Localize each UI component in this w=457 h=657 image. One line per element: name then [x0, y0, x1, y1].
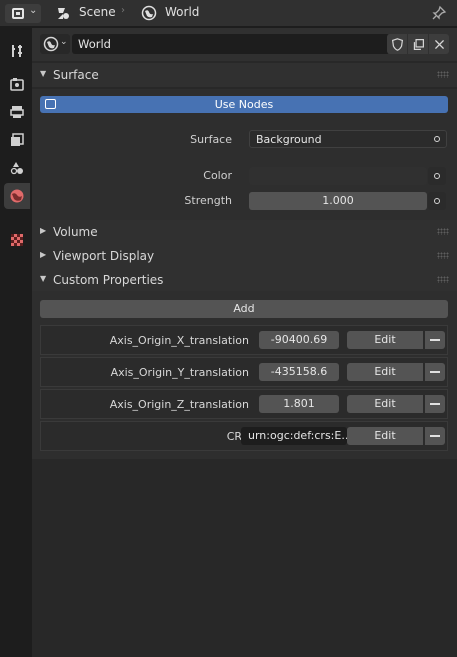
world-name-field[interactable]: World [72, 34, 390, 54]
surface-panel-title: Surface [53, 68, 99, 82]
render-icon [10, 78, 24, 91]
output-icon [10, 106, 24, 118]
chevron-down-icon: ⌄ [60, 37, 68, 47]
drag-grip-icon[interactable] [437, 276, 449, 283]
tab-tool[interactable] [4, 38, 30, 64]
view-layer-icon [11, 133, 24, 146]
volume-panel-header[interactable]: ▶ Volume [32, 220, 457, 244]
remove-property-button[interactable] [425, 331, 445, 349]
strength-link-button[interactable] [428, 192, 446, 210]
edit-property-button[interactable]: Edit [347, 395, 423, 413]
property-name: Axis_Origin_Z_translation [109, 398, 249, 411]
surface-label: Surface [190, 133, 232, 146]
custom-property-row: CRS urn:ogc:def:crs:E.. Edit [40, 421, 448, 451]
tab-view-layer[interactable] [4, 127, 30, 153]
viewport-display-panel-header[interactable]: ▶ Viewport Display [32, 244, 457, 268]
strength-label: Strength [184, 194, 232, 207]
breadcrumb-scene[interactable]: Scene [79, 5, 116, 19]
fake-user-shield-icon [391, 37, 403, 51]
editor-type-icon [12, 8, 24, 19]
tab-texture[interactable] [4, 227, 30, 253]
world-properties-icon [10, 189, 24, 203]
world-browse-button[interactable]: ⌄ [40, 34, 70, 54]
drag-grip-icon[interactable] [437, 71, 449, 78]
link-dot-icon [434, 198, 440, 204]
custom-property-row: Axis_Origin_Z_translation 1.801 Edit [40, 389, 448, 419]
add-property-button[interactable]: Add [40, 300, 448, 318]
link-dot-icon [434, 136, 440, 142]
drag-grip-icon[interactable] [437, 252, 449, 259]
surface-shader-value: Background [256, 133, 322, 146]
surface-panel-header[interactable]: ▼ Surface [32, 63, 457, 87]
viewport-display-panel-title: Viewport Display [53, 249, 155, 263]
texture-icon [11, 234, 23, 246]
property-name: Axis_Origin_Y_translation [110, 366, 249, 379]
pin-icon[interactable] [431, 5, 447, 21]
property-value-field[interactable]: urn:ogc:def:crs:E.. [241, 427, 347, 445]
edit-property-button[interactable]: Edit [347, 363, 423, 381]
editor-type-button[interactable]: ⌄ [5, 4, 41, 23]
chevron-down-icon: ⌄ [29, 5, 38, 16]
world-icon [141, 5, 157, 21]
volume-panel-title: Volume [53, 225, 98, 239]
custom-properties-panel-header[interactable]: ▼ Custom Properties [32, 268, 457, 292]
edit-property-button[interactable]: Edit [347, 427, 423, 445]
duplicate-button[interactable] [408, 34, 428, 54]
drag-grip-icon[interactable] [437, 228, 449, 235]
world-icon [43, 36, 59, 52]
property-value-field[interactable]: -90400.69 [259, 331, 339, 349]
unlink-icon [434, 39, 444, 49]
edit-property-button[interactable]: Edit [347, 331, 423, 349]
fake-user-button[interactable] [387, 34, 407, 54]
tab-output[interactable] [4, 99, 30, 125]
use-nodes-button[interactable]: Use Nodes [40, 96, 448, 113]
remove-property-button[interactable] [425, 395, 445, 413]
property-value-field[interactable]: 1.801 [259, 395, 339, 413]
property-value-field[interactable]: -435158.6 [259, 363, 339, 381]
color-link-button[interactable] [428, 167, 446, 185]
properties-main: ⌄ World ▼ Surface Use Nodes Surface Back… [32, 28, 457, 657]
tab-render[interactable] [4, 71, 30, 97]
surface-shader-field[interactable]: Background [249, 130, 447, 148]
unlink-button[interactable] [429, 34, 449, 54]
scene-properties-icon [10, 162, 23, 175]
breadcrumb-separator: › [121, 5, 125, 16]
node-tree-icon [45, 99, 56, 109]
tab-world[interactable] [4, 183, 30, 209]
world-datablock-row: ⌄ World [32, 28, 457, 61]
scene-icon [58, 8, 69, 19]
expand-arrow-icon: ▼ [40, 274, 47, 283]
remove-property-button[interactable] [425, 427, 445, 445]
custom-property-row: Axis_Origin_Y_translation -435158.6 Edit [40, 357, 448, 387]
properties-header: ⌄ Scene › World [0, 0, 457, 27]
custom-property-row: Axis_Origin_X_translation -90400.69 Edit [40, 325, 448, 355]
strength-field[interactable]: 1.000 [249, 192, 427, 210]
strength-value: 1.000 [322, 194, 354, 207]
color-swatch[interactable] [249, 167, 427, 185]
property-name: Axis_Origin_X_translation [109, 334, 249, 347]
tab-scene[interactable] [4, 155, 30, 181]
breadcrumb-world[interactable]: World [165, 5, 199, 19]
color-label: Color [203, 169, 232, 182]
tool-icon [12, 45, 22, 57]
collapse-arrow-icon: ▶ [40, 250, 47, 259]
use-nodes-label: Use Nodes [214, 98, 274, 111]
link-dot-icon [434, 173, 440, 179]
expand-arrow-icon: ▼ [40, 69, 47, 78]
remove-property-button[interactable] [425, 363, 445, 381]
surface-link-button[interactable] [428, 130, 446, 148]
collapse-arrow-icon: ▶ [40, 226, 47, 235]
custom-properties-panel-title: Custom Properties [53, 273, 164, 287]
duplicate-icon [413, 38, 424, 50]
properties-tab-strip [0, 28, 32, 657]
